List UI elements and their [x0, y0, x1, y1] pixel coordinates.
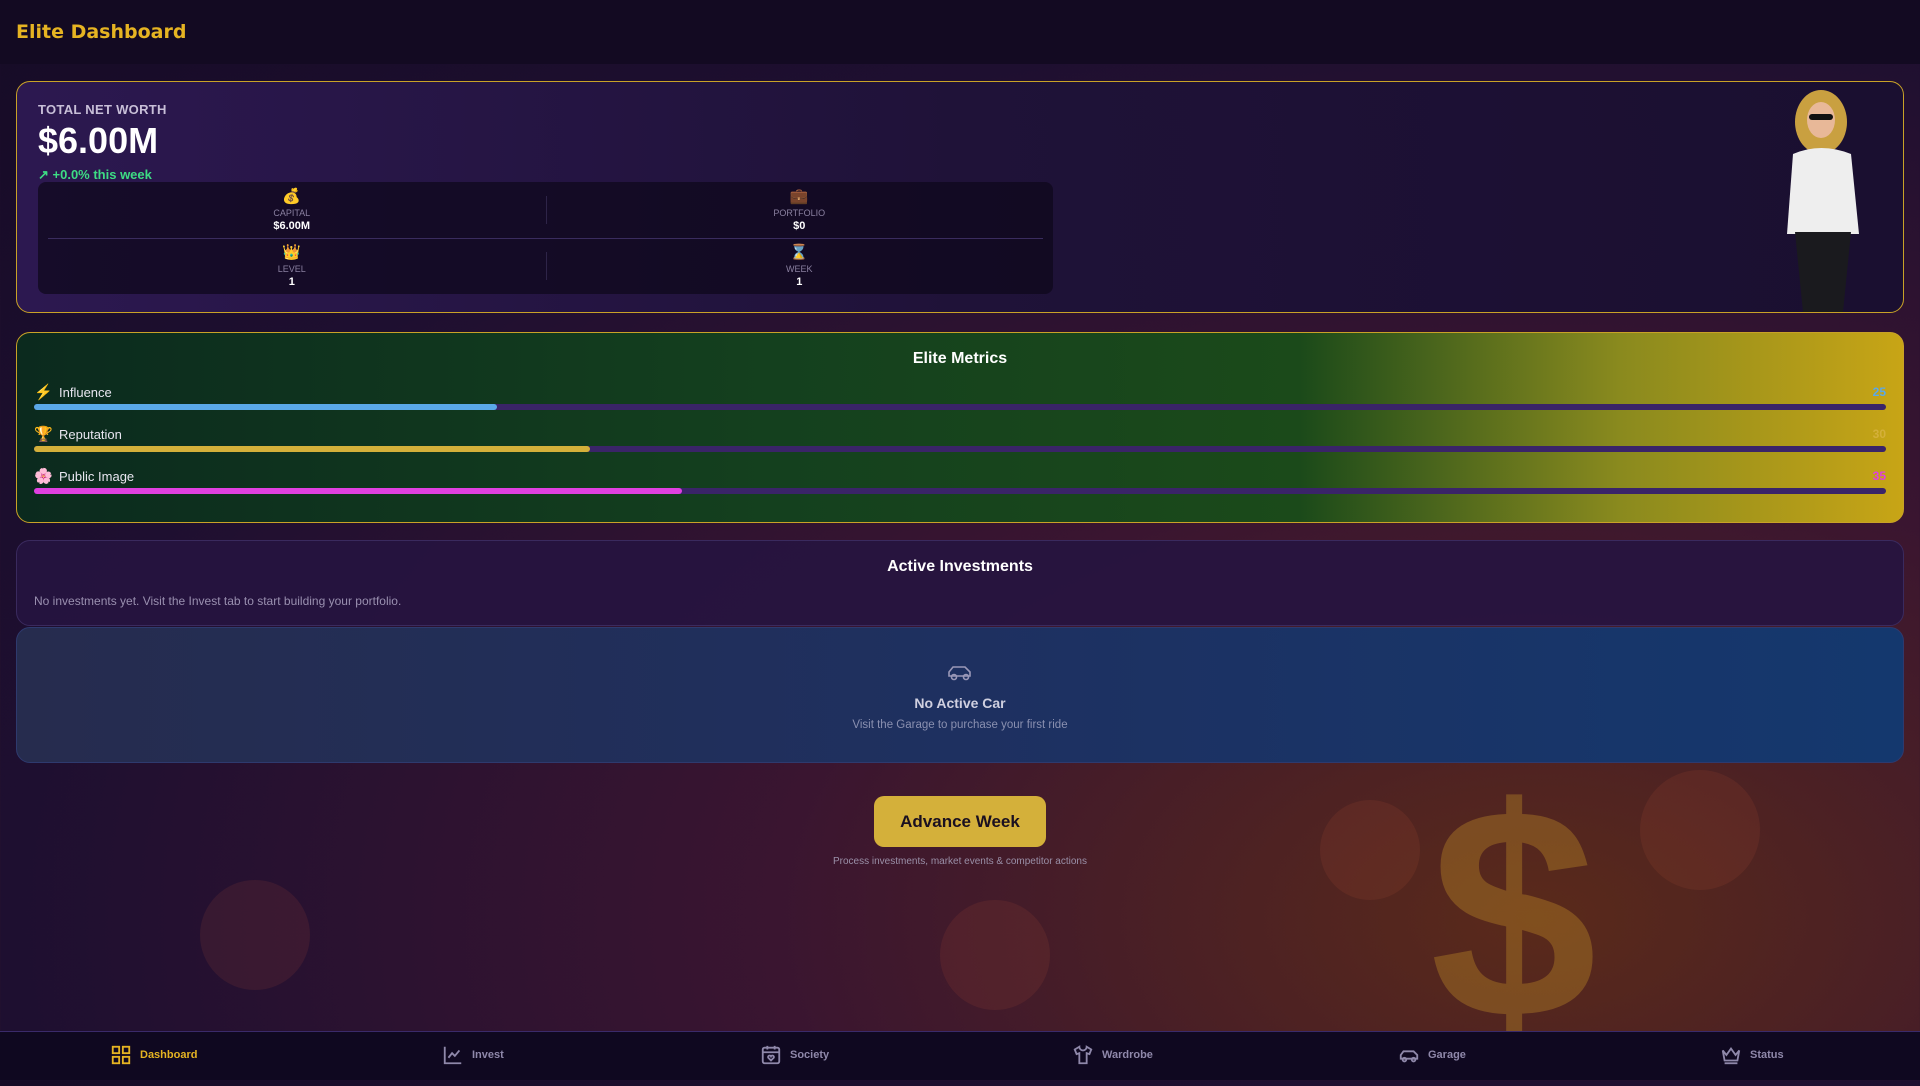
hourglass-icon: ⌛	[789, 244, 809, 261]
nav-wardrobe[interactable]: Wardrobe	[1072, 1044, 1153, 1066]
stat-value: $0	[793, 220, 806, 232]
net-worth-label: TOTAL NET WORTH	[38, 102, 167, 117]
app-header: Elite Dashboard	[0, 0, 1920, 64]
stat-label: PORTFOLIO	[773, 208, 826, 218]
metrics-title: Elite Metrics	[912, 350, 1008, 367]
divider	[48, 238, 1043, 239]
advance-week-button[interactable]: Advance Week	[874, 796, 1046, 847]
metric-name: Reputation	[59, 427, 122, 442]
background-bokeh	[200, 880, 310, 990]
metric-value: 25	[1872, 385, 1886, 399]
nav-society[interactable]: Society	[760, 1044, 829, 1066]
net-worth-card: TOTAL NET WORTH $6.00M ↗ +0.0% this week…	[16, 81, 1904, 313]
metric-reputation: 🏆 Reputation 30	[34, 425, 1886, 465]
car-subtitle: Visit the Garage to purchase your first …	[852, 719, 1068, 731]
flower-icon: 🌸	[34, 468, 53, 485]
avatar-illustration	[1787, 90, 1859, 312]
metric-progress-bar	[34, 446, 1886, 452]
crown-icon: 👑	[282, 244, 302, 261]
stat-label: CAPITAL	[273, 208, 311, 218]
calendar-heart-icon	[761, 1045, 781, 1065]
coins-icon: 💰	[282, 188, 302, 205]
crown-icon	[1721, 1047, 1741, 1065]
metric-influence: ⚡ Influence 25	[34, 383, 1886, 423]
nav-label: Dashboard	[140, 1049, 198, 1061]
car-icon	[1399, 1050, 1419, 1063]
nav-invest[interactable]: Invest	[442, 1044, 504, 1066]
lightning-icon: ⚡	[34, 384, 53, 401]
stat-value: 1	[288, 276, 295, 288]
shirt-icon	[1073, 1045, 1093, 1065]
nav-label: Society	[790, 1049, 830, 1061]
metric-progress-bar	[34, 404, 1886, 410]
elite-metrics-card: Elite Metrics ⚡ Influence 25 🏆 Reputatio…	[16, 332, 1904, 523]
stats-grid: 💰 CAPITAL $6.00M 💼 PORTFOLIO $0 👑 LEVEL 1 ⌛ WEE…	[38, 182, 1053, 294]
trend-up-icon: ↗	[38, 167, 53, 182]
stat-value: $6.00M	[273, 220, 311, 232]
stat-label: WEEK	[785, 264, 813, 274]
page-title: Elite Dashboard	[16, 21, 187, 43]
investments-title: Active Investments	[887, 558, 1033, 575]
background-bokeh	[940, 900, 1050, 1010]
stat-level: 👑 LEVEL 1	[38, 238, 546, 294]
background-bokeh	[1640, 770, 1760, 890]
trophy-icon: 🏆	[34, 426, 53, 443]
background-bokeh	[1320, 800, 1420, 900]
metric-name: Public Image	[59, 469, 135, 484]
dashboard-icon	[111, 1045, 131, 1065]
metric-progress-fill	[34, 488, 683, 494]
briefcase-icon: 💼	[789, 188, 809, 205]
bottom-nav: Dashboard Invest Society Wardrobe Garage…	[0, 1031, 1920, 1080]
nav-dashboard[interactable]: Dashboard	[110, 1044, 197, 1066]
metric-value: 30	[1872, 427, 1886, 441]
car-icon	[17, 663, 1903, 686]
chart-line-icon	[443, 1046, 462, 1065]
net-worth-value: $6.00M	[38, 120, 159, 161]
net-worth-change: ↗ +0.0% this week	[38, 167, 152, 183]
stat-capital: 💰 CAPITAL $6.00M	[38, 182, 546, 238]
nav-garage[interactable]: Garage	[1398, 1044, 1466, 1066]
investments-empty-text: No investments yet. Visit the Invest tab…	[34, 594, 402, 608]
stat-value: 1	[796, 276, 803, 288]
metric-name: Influence	[59, 385, 112, 400]
active-investments-card: Active Investments No investments yet. V…	[16, 540, 1904, 626]
stat-label: LEVEL	[277, 264, 306, 274]
nav-label: Wardrobe	[1102, 1049, 1153, 1061]
advance-week-note: Process investments, market events & com…	[833, 856, 1087, 867]
change-text: +0.0% this week	[52, 167, 152, 182]
divider	[545, 252, 547, 280]
car-title: No Active Car	[914, 695, 1006, 711]
divider	[545, 196, 547, 224]
metric-progress-fill	[34, 446, 590, 452]
metric-public-image: 🌸 Public Image 35	[34, 467, 1886, 507]
metric-progress-fill	[34, 404, 497, 410]
stat-week: ⌛ WEEK 1	[546, 238, 1054, 294]
active-car-card: No Active Car Visit the Garage to purcha…	[16, 627, 1904, 763]
metric-value: 35	[1872, 469, 1886, 483]
stat-portfolio: 💼 PORTFOLIO $0	[546, 182, 1054, 238]
metric-progress-bar	[34, 488, 1886, 494]
nav-status[interactable]: Status	[1720, 1044, 1784, 1066]
nav-label: Garage	[1428, 1049, 1466, 1061]
nav-label: Status	[1750, 1049, 1784, 1061]
nav-label: Invest	[472, 1049, 504, 1061]
